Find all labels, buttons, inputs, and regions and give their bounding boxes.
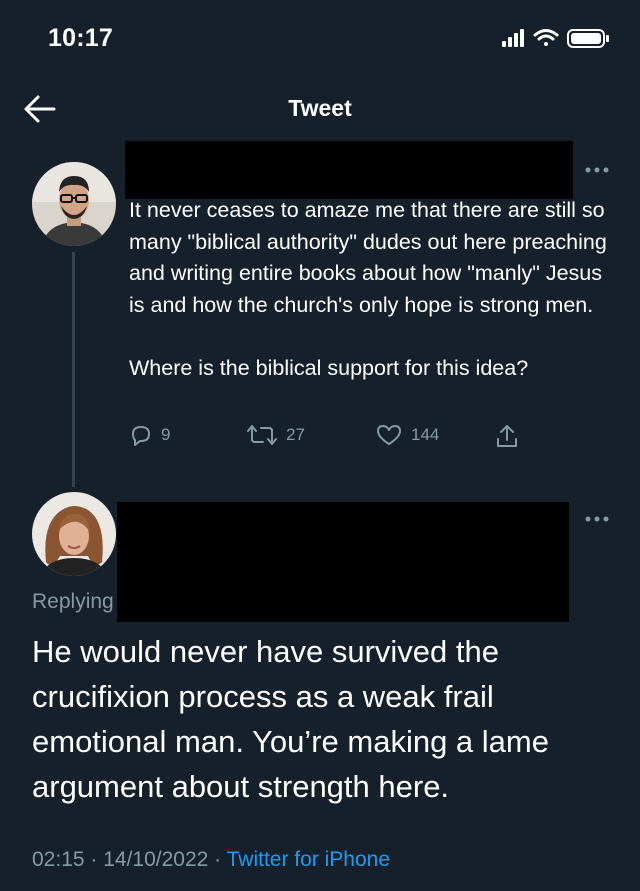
heart-icon xyxy=(377,425,401,445)
share-button[interactable] xyxy=(494,423,520,449)
redacted-reply-author xyxy=(117,502,569,622)
timestamp: 02:15 · 14/10/2022 · xyxy=(32,848,227,871)
wifi-icon xyxy=(533,29,559,46)
reply-button[interactable]: 9 xyxy=(129,423,170,447)
status-icons xyxy=(502,29,609,48)
like-button[interactable]: 144 xyxy=(375,423,439,447)
battery-icon xyxy=(567,29,609,48)
reply-text: He would never have survived the crucifi… xyxy=(32,634,549,804)
avatar-image xyxy=(32,162,116,246)
more-options-icon[interactable] xyxy=(584,165,610,175)
tweet-paragraph-1: It never ceases to amaze me that there a… xyxy=(129,198,607,317)
tweet-text: It never ceases to amaze me that there a… xyxy=(129,195,609,384)
share-icon xyxy=(497,425,517,447)
replying-to-label: Replying xyxy=(32,590,114,613)
tweet-paragraph-2: Where is the biblical support for this i… xyxy=(129,355,529,380)
retweet-count: 27 xyxy=(286,425,305,444)
redacted-author-name xyxy=(125,141,573,199)
avatar-image xyxy=(32,492,116,576)
source-link[interactable]: Twitter for iPhone xyxy=(227,848,390,871)
more-options-icon[interactable] xyxy=(584,514,610,524)
retweet-icon xyxy=(247,425,277,445)
author-avatar[interactable] xyxy=(32,162,116,246)
page-title: Tweet xyxy=(288,95,352,121)
tweet-metadata: 02:15 · 14/10/2022 · Twitter for iPhone xyxy=(32,848,390,872)
reply-author-avatar[interactable] xyxy=(32,492,116,576)
signal-icon xyxy=(502,29,524,47)
thread-connector xyxy=(72,252,75,487)
like-count: 144 xyxy=(411,425,440,444)
reply-count: 9 xyxy=(161,425,171,444)
status-time: 10:17 xyxy=(48,24,113,52)
reply-icon xyxy=(132,426,150,446)
retweet-button[interactable]: 27 xyxy=(246,423,305,447)
